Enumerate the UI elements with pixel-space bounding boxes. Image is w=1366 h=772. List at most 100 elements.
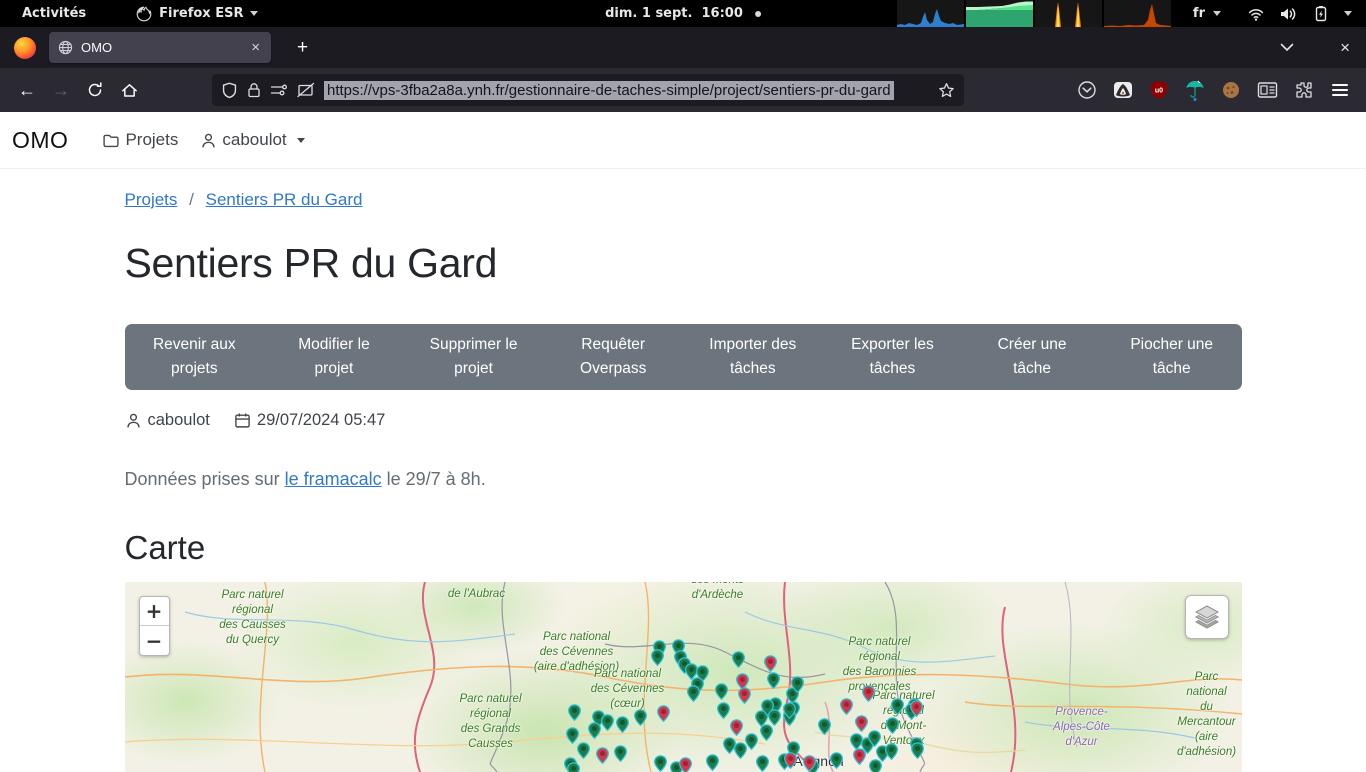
action-button[interactable]: Modifier le projet xyxy=(264,324,404,390)
umbrella-extension-icon[interactable] xyxy=(1185,79,1205,101)
shield-icon[interactable] xyxy=(221,82,238,99)
map-marker-green[interactable] xyxy=(911,742,924,759)
map-marker-green[interactable] xyxy=(687,685,700,702)
forward-button[interactable]: → xyxy=(44,74,78,106)
map-marker-red[interactable] xyxy=(853,748,866,765)
app-menu-button[interactable]: Firefox ESR xyxy=(136,6,258,22)
action-button[interactable]: Requêter Overpass xyxy=(543,324,683,390)
map-marker-green[interactable] xyxy=(869,759,882,772)
map-marker-red[interactable] xyxy=(679,757,692,772)
map-marker-green[interactable] xyxy=(616,716,629,733)
action-button[interactable]: Exporter les tâches xyxy=(823,324,963,390)
puzzle-extension-icon[interactable] xyxy=(1294,80,1314,100)
activities-button[interactable]: Activités xyxy=(16,4,92,23)
map-marker-red[interactable] xyxy=(764,655,777,672)
map-marker-green[interactable] xyxy=(577,742,590,759)
firefox-mono-icon xyxy=(136,6,152,22)
map-marker-green[interactable] xyxy=(601,714,614,731)
zoom-out-button[interactable]: − xyxy=(140,626,169,655)
reader-extension-icon[interactable] xyxy=(1257,81,1278,99)
map-marker-green[interactable] xyxy=(706,754,719,771)
map[interactable]: Parc naturel régional des Causses du Que… xyxy=(125,582,1242,772)
map-marker-red[interactable] xyxy=(596,747,609,764)
lock-icon[interactable] xyxy=(247,82,261,98)
map-marker-green[interactable] xyxy=(634,709,647,726)
ublock-extension-icon[interactable]: u0 xyxy=(1149,80,1169,100)
map-marker-red[interactable] xyxy=(855,715,868,732)
globe-icon xyxy=(58,40,73,55)
notification-dot-icon xyxy=(755,11,761,17)
keyboard-layout-label: fr xyxy=(1193,6,1205,21)
map-marker-green[interactable] xyxy=(760,724,773,741)
map-marker-red[interactable] xyxy=(730,719,743,736)
map-marker-green[interactable] xyxy=(734,742,747,759)
bookmark-star-icon[interactable] xyxy=(938,82,955,99)
map-marker-green[interactable] xyxy=(830,752,843,769)
pocket-icon[interactable] xyxy=(1077,80,1097,100)
map-marker-green[interactable] xyxy=(568,704,581,721)
map-layers-button[interactable] xyxy=(1185,595,1229,639)
map-marker-green[interactable] xyxy=(791,676,804,693)
map-marker-red[interactable] xyxy=(784,752,797,769)
menu-icon[interactable] xyxy=(1330,80,1350,100)
page-title: Sentiers PR du Gard xyxy=(125,240,1242,287)
map-marker-green[interactable] xyxy=(818,718,831,735)
breadcrumb-projects-link[interactable]: Projets xyxy=(125,190,178,209)
zoom-in-button[interactable]: + xyxy=(140,597,169,626)
person-icon xyxy=(200,132,217,149)
gnome-top-bar: Activités Firefox ESR dim. 1 sept. 16:00… xyxy=(0,0,1366,27)
app-menu-label: Firefox ESR xyxy=(159,6,243,21)
action-button[interactable]: Piocher une tâche xyxy=(1102,324,1242,390)
reload-button[interactable] xyxy=(78,74,112,106)
page-content: OMO Projets caboulot Projets / Sentiers … xyxy=(0,112,1366,768)
badger-extension-icon[interactable] xyxy=(1113,80,1133,100)
map-marker-red[interactable] xyxy=(910,700,923,717)
back-button[interactable]: ← xyxy=(10,74,44,106)
new-tab-button[interactable]: + xyxy=(289,35,316,61)
action-button[interactable]: Supprimer le projet xyxy=(404,324,544,390)
map-marker-green[interactable] xyxy=(886,717,899,734)
tab-close-icon[interactable]: × xyxy=(249,39,262,56)
map-marker-green[interactable] xyxy=(767,672,780,689)
map-marker-green[interactable] xyxy=(654,755,667,772)
map-marker-green[interactable] xyxy=(715,683,728,700)
map-marker-green[interactable] xyxy=(885,743,898,760)
permissions-icon[interactable] xyxy=(270,82,288,98)
action-button[interactable]: Importer des tâches xyxy=(683,324,823,390)
map-marker-green[interactable] xyxy=(783,702,796,719)
map-marker-green[interactable] xyxy=(732,651,745,668)
url-text-selected[interactable]: https://vps-3fba2a8a.ynh.fr/gestionnaire… xyxy=(324,81,894,100)
framacalc-link[interactable]: le framacalc xyxy=(285,469,382,489)
map-marker-green[interactable] xyxy=(588,722,601,739)
map-marker-red[interactable] xyxy=(862,685,875,702)
map-marker-red[interactable] xyxy=(840,698,853,715)
map-marker-green[interactable] xyxy=(567,762,580,772)
map-marker-red[interactable] xyxy=(803,755,816,772)
brand[interactable]: OMO xyxy=(12,127,68,154)
action-button[interactable]: Revenir aux projets xyxy=(125,324,265,390)
blocked-media-icon[interactable] xyxy=(297,82,315,98)
project-meta: caboulot 29/07/2024 05:47 xyxy=(125,411,1242,430)
keyboard-layout-button[interactable]: fr xyxy=(1193,6,1221,21)
action-button[interactable]: Créer une tâche xyxy=(962,324,1102,390)
map-marker-red[interactable] xyxy=(738,687,751,704)
status-icons-button[interactable] xyxy=(1247,6,1352,22)
home-button[interactable] xyxy=(112,74,146,106)
map-marker-green[interactable] xyxy=(717,702,730,719)
chevron-down-icon xyxy=(297,138,305,143)
breadcrumb-current-link[interactable]: Sentiers PR du Gard xyxy=(206,190,363,209)
cookie-extension-icon[interactable] xyxy=(1221,80,1241,100)
map-marker-red[interactable] xyxy=(657,705,670,722)
map-marker-green[interactable] xyxy=(651,649,664,666)
list-tabs-chevron-icon[interactable] xyxy=(1280,43,1294,52)
browser-tab[interactable]: OMO × xyxy=(49,32,271,63)
cpu-graph xyxy=(897,0,964,27)
map-marker-green[interactable] xyxy=(891,698,904,715)
nav-projects-link[interactable]: Projets xyxy=(102,130,178,150)
map-marker-green[interactable] xyxy=(614,745,627,762)
map-marker-green[interactable] xyxy=(756,755,769,772)
clock-button[interactable]: dim. 1 sept. 16:00 xyxy=(605,6,761,21)
window-close-icon[interactable]: × xyxy=(1340,38,1350,58)
nav-user-menu[interactable]: caboulot xyxy=(200,130,304,150)
url-bar[interactable]: https://vps-3fba2a8a.ynh.fr/gestionnaire… xyxy=(212,74,964,106)
